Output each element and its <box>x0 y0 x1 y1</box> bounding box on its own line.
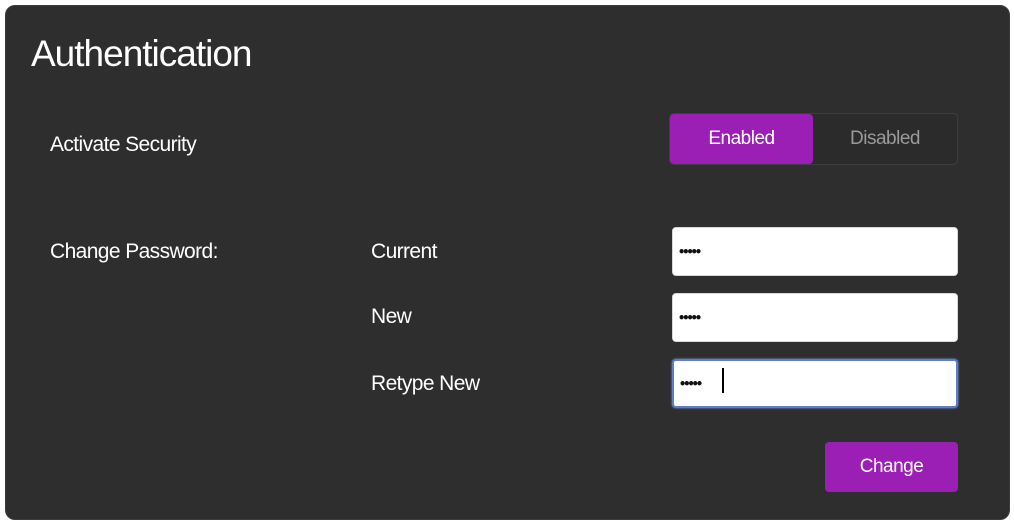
current-password-input[interactable] <box>672 227 958 276</box>
authentication-panel: Authentication Activate Security Enabled… <box>5 5 1010 520</box>
current-password-label: Current <box>371 240 437 263</box>
change-password-label: Change Password: <box>50 240 218 263</box>
retype-password-input[interactable] <box>672 359 958 408</box>
text-caret <box>722 368 724 393</box>
security-disabled-option[interactable]: Disabled <box>813 114 957 164</box>
security-toggle: Enabled Disabled <box>669 113 958 165</box>
section-title: Authentication <box>31 33 253 74</box>
change-password-button[interactable]: Change <box>825 442 958 492</box>
activate-security-label: Activate Security <box>50 133 197 156</box>
new-password-label: New <box>371 305 412 328</box>
security-enabled-option[interactable]: Enabled <box>670 114 813 164</box>
new-password-input[interactable] <box>672 293 958 342</box>
retype-password-label: Retype New <box>371 372 480 395</box>
